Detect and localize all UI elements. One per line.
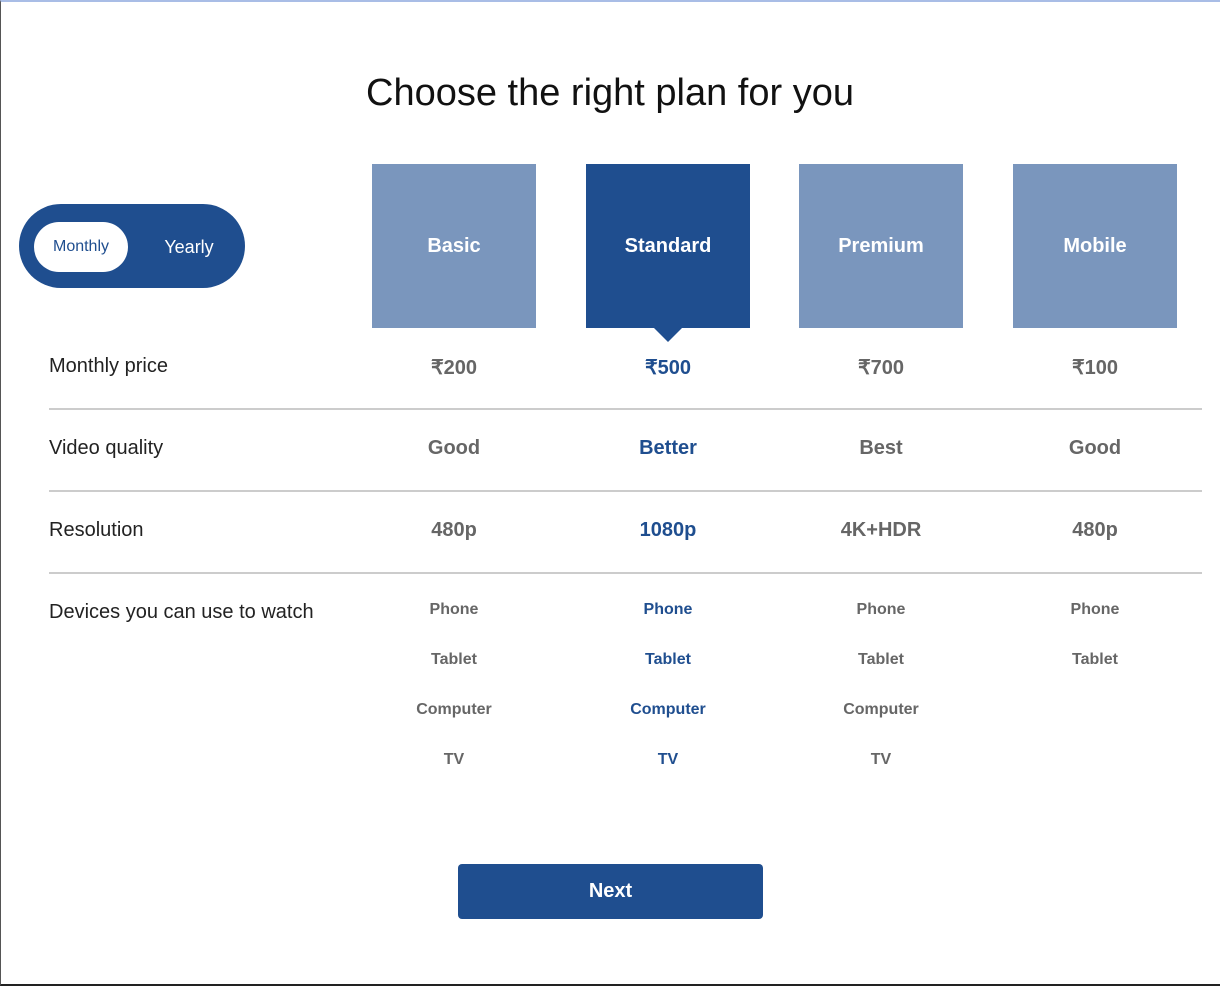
row-label-quality: Video quality [49, 437, 164, 459]
divider [49, 408, 1202, 410]
plan-quality: Good [427, 437, 481, 459]
plan-resolution: 480p [431, 519, 477, 541]
plan-device: Computer [416, 701, 492, 718]
plan-price: ₹500 [644, 357, 692, 379]
row-label-price: Monthly price [49, 355, 168, 377]
plan-device: Phone [1070, 601, 1120, 618]
plan-price: ₹200 [430, 357, 478, 379]
plan-quality: Best [859, 437, 903, 459]
plan-card-mobile[interactable]: Mobile [1013, 164, 1177, 328]
plan-quality: Good [1068, 437, 1122, 459]
plan-card-basic[interactable]: Basic [372, 164, 536, 328]
plan-device: TV [657, 751, 679, 768]
monthly-option[interactable]: Monthly [34, 222, 128, 272]
plan-device: Tablet [1072, 651, 1118, 668]
plan-device: Phone [856, 601, 906, 618]
plan-resolution: 4K+HDR [840, 519, 922, 541]
plan-device: Tablet [858, 651, 904, 668]
next-button[interactable]: Next [458, 864, 763, 919]
plan-quality: Better [639, 437, 697, 459]
yearly-option[interactable]: Yearly [149, 222, 229, 272]
plan-card-premium[interactable]: Premium [799, 164, 963, 328]
billing-toggle[interactable]: Monthly Yearly [19, 204, 245, 288]
row-label-devices: Devices you can use to watch [49, 601, 314, 623]
divider [49, 490, 1202, 492]
plan-resolution: 480p [1072, 519, 1118, 541]
plan-device: Tablet [645, 651, 691, 668]
plan-device: Phone [429, 601, 479, 618]
row-label-resolution: Resolution [49, 519, 144, 541]
plan-price: ₹100 [1071, 357, 1119, 379]
divider [49, 572, 1202, 574]
page-title: Choose the right plan for you [366, 72, 854, 114]
plan-device: Computer [630, 701, 706, 718]
plan-device: Tablet [431, 651, 477, 668]
window-frame [0, 0, 1220, 986]
plan-device: TV [870, 751, 892, 768]
plan-device: Phone [643, 601, 693, 618]
plan-card-standard[interactable]: Standard [586, 164, 750, 342]
plan-resolution: 1080p [639, 519, 697, 541]
plan-device: TV [443, 751, 465, 768]
plan-device: Computer [843, 701, 919, 718]
plan-price: ₹700 [857, 357, 905, 379]
